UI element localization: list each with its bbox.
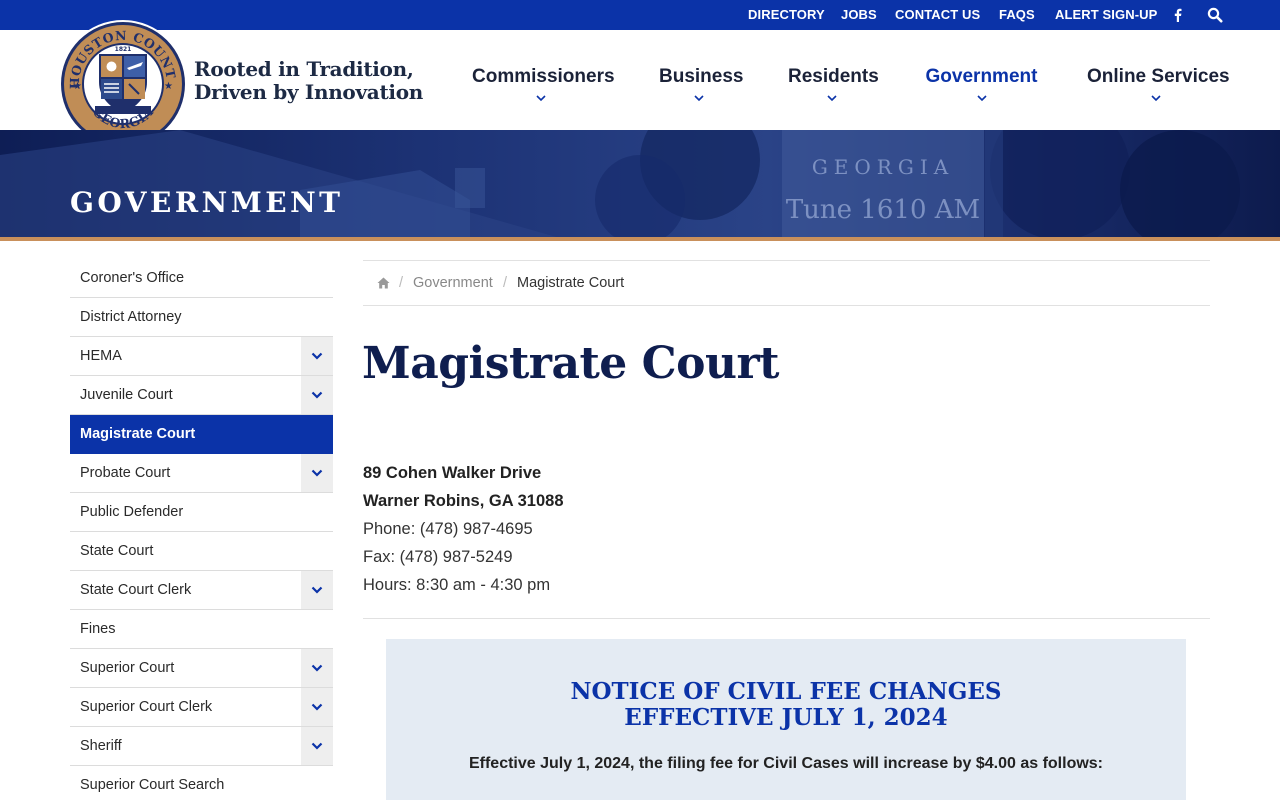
sidebar-item-label: Magistrate Court: [80, 426, 196, 442]
nav-commissioners[interactable]: Commissioners: [472, 66, 615, 110]
sidebar-item-label: Superior Court Clerk: [80, 699, 213, 715]
sidebar-item-sheriff[interactable]: Sheriff: [70, 727, 333, 766]
hero-title: GOVERNMENT: [70, 186, 344, 219]
chevron-down-icon: [311, 469, 323, 477]
directory-link[interactable]: DIRECTORY: [748, 0, 825, 30]
address-city: Warner Robins, GA 31088: [363, 492, 564, 510]
tagline-line-1: Rooted in Tradition,: [194, 57, 414, 81]
sidebar-item-superior-court-clerk[interactable]: Superior Court Clerk: [70, 688, 333, 727]
sidebar-item-probate-court[interactable]: Probate Court: [70, 454, 333, 493]
nav-business-label: Business: [659, 66, 744, 87]
hero-sign-line-1: GEORGIA: [812, 155, 954, 179]
nav-residents[interactable]: Residents: [788, 66, 879, 110]
chevron-down-icon: [693, 95, 704, 102]
jobs-link[interactable]: JOBS: [841, 0, 877, 30]
notice-heading-line-1: NOTICE OF CIVIL FEE CHANGES: [570, 678, 1002, 705]
sidebar-item-label: Superior Court: [80, 660, 175, 676]
sidebar-item-fines[interactable]: Fines: [70, 610, 333, 649]
sidebar-expand-toggle[interactable]: [301, 571, 333, 609]
chevron-down-icon: [311, 391, 323, 399]
seal-year: 1821: [115, 46, 132, 53]
chevron-down-icon: [826, 95, 837, 102]
sidebar-expand-toggle[interactable]: [301, 454, 333, 492]
sidebar-item-coroners-office[interactable]: Coroner's Office: [70, 259, 333, 298]
fax-number: Fax: (478) 987-5249: [363, 548, 513, 566]
sidebar-expand-toggle[interactable]: [301, 649, 333, 687]
sidebar-expand-toggle[interactable]: [301, 337, 333, 375]
sidebar-item-label: Probate Court: [80, 465, 171, 481]
tagline-line-2: Driven by Innovation: [194, 80, 423, 104]
nav-online-services-label: Online Services: [1087, 66, 1230, 87]
sidebar-item-superior-court[interactable]: Superior Court: [70, 649, 333, 688]
sidebar-item-state-court[interactable]: State Court: [70, 532, 333, 571]
sidebar-item-district-attorney[interactable]: District Attorney: [70, 298, 333, 337]
sidebar-item-public-defender[interactable]: Public Defender: [70, 493, 333, 532]
nav-residents-label: Residents: [788, 66, 879, 87]
sidebar-item-label: District Attorney: [80, 309, 182, 325]
phone-number: Phone: (478) 987-4695: [363, 520, 533, 538]
sidebar-item-superior-court-search[interactable]: Superior Court Search: [70, 766, 333, 800]
faqs-link[interactable]: FAQS: [999, 0, 1035, 30]
fee-change-notice: NOTICE OF CIVIL FEE CHANGES EFFECTIVE JU…: [386, 639, 1186, 800]
address-street: 89 Cohen Walker Drive: [363, 464, 542, 482]
breadcrumb-current: Magistrate Court: [517, 275, 625, 291]
nav-government[interactable]: Government: [925, 66, 1038, 110]
page-title: Magistrate Court: [362, 338, 779, 389]
breadcrumb-separator: /: [503, 275, 508, 291]
hero-banner: GEORGIA Tune 1610 AM GOVERNMENT: [0, 130, 1280, 238]
facebook-icon[interactable]: [1170, 7, 1186, 23]
chevron-down-icon: [311, 703, 323, 711]
sidebar-item-label: Superior Court Search: [80, 777, 225, 793]
sidebar-item-label: Fines: [80, 621, 116, 637]
chevron-down-icon: [311, 664, 323, 672]
sidebar-item-magistrate-court[interactable]: Magistrate Court: [70, 415, 333, 454]
svg-text:★: ★: [73, 81, 82, 92]
breadcrumb-separator: /: [399, 275, 404, 291]
hero-background-photo: GEORGIA Tune 1610 AM: [0, 130, 1240, 238]
nav-government-label: Government: [925, 66, 1038, 87]
hero-divider: [0, 237, 1280, 241]
sidebar-item-juvenile-court[interactable]: Juvenile Court: [70, 376, 333, 415]
site-header: HOUSTON COUNTY GEORGIA ★ ★ 1821 Rooted i…: [0, 18, 1280, 148]
sidebar-item-label: Public Defender: [80, 504, 184, 520]
sidebar-item-state-court-clerk[interactable]: State Court Clerk: [70, 571, 333, 610]
nav-commissioners-label: Commissioners: [472, 66, 615, 87]
breadcrumb-government-link[interactable]: Government: [413, 261, 493, 305]
svg-text:★: ★: [164, 81, 173, 92]
contact-info: 89 Cohen Walker Drive Warner Robins, GA …: [363, 459, 564, 599]
utility-bar: DIRECTORY JOBS CONTACT US FAQS ALERT SIG…: [0, 0, 1280, 30]
search-icon[interactable]: [1207, 7, 1223, 23]
section-sidebar: Coroner's Office District Attorney HEMA …: [70, 259, 333, 800]
sidebar-expand-toggle[interactable]: [301, 688, 333, 726]
sidebar-item-label: State Court Clerk: [80, 582, 192, 598]
notice-heading-line-2: EFFECTIVE JULY 1, 2024: [624, 704, 948, 731]
alert-signup-link[interactable]: ALERT SIGN-UP: [1055, 0, 1157, 30]
notice-body: Effective July 1, 2024, the filing fee f…: [468, 755, 1104, 772]
chevron-down-icon: [1151, 95, 1161, 102]
sidebar-expand-toggle[interactable]: [301, 727, 333, 765]
sidebar-item-hema[interactable]: HEMA: [70, 337, 333, 376]
sidebar-item-label: State Court: [80, 543, 154, 559]
chevron-down-icon: [311, 352, 323, 360]
nav-online-services[interactable]: Online Services: [1087, 66, 1230, 110]
sidebar-item-label: Juvenile Court: [80, 387, 173, 403]
hero-sign-line-2: Tune 1610 AM: [786, 195, 980, 225]
tagline: Rooted in Tradition, Driven by Innovatio…: [194, 58, 423, 104]
chevron-down-icon: [311, 586, 323, 594]
chevron-down-icon: [311, 742, 323, 750]
contact-us-link[interactable]: CONTACT US: [895, 0, 980, 30]
chevron-down-icon: [976, 95, 987, 102]
sidebar-item-label: Coroner's Office: [80, 270, 185, 286]
home-icon[interactable]: [377, 277, 390, 289]
sidebar-expand-toggle[interactable]: [301, 376, 333, 414]
nav-business[interactable]: Business: [659, 66, 744, 110]
sidebar-item-label: Sheriff: [80, 738, 122, 754]
sidebar-item-label: HEMA: [80, 348, 122, 364]
chevron-down-icon: [536, 95, 546, 102]
office-hours: Hours: 8:30 am - 4:30 pm: [363, 576, 551, 594]
content-divider: [363, 618, 1210, 619]
breadcrumb: / Government / Magistrate Court: [363, 260, 1210, 306]
